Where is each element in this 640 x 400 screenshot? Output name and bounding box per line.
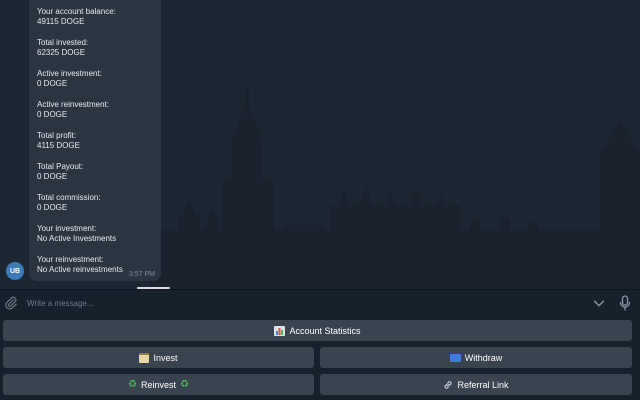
- stat-value: 0 DOGE: [37, 79, 68, 88]
- account-statistics-button[interactable]: Account Statistics: [3, 320, 632, 341]
- referral-link-label: Referral Link: [457, 379, 509, 390]
- bot-keyboard: Account Statistics Invest Withdraw ♻ Rei…: [0, 316, 640, 400]
- stat-value: 4115 DOGE: [37, 141, 80, 150]
- link-icon: [444, 380, 453, 389]
- stat-your-investment: Your investment: No Active Investments: [37, 224, 153, 244]
- sender-avatar[interactable]: UB: [6, 262, 24, 280]
- stat-label: Total Payout:: [37, 162, 84, 171]
- stat-label: Total invested:: [37, 38, 89, 47]
- stat-value: 49115 DOGE: [37, 17, 85, 26]
- invest-label: Invest: [153, 352, 178, 363]
- message-bubble: Your account balance: 49115 DOGE Total i…: [29, 0, 161, 281]
- reinvest-button[interactable]: ♻ Reinvest ♻: [3, 374, 314, 395]
- atm-icon: [449, 353, 461, 362]
- stat-total-invested: Total invested: 62325 DOGE: [37, 38, 153, 58]
- stat-active-reinvestment: Active reinvestment: 0 DOGE: [37, 100, 153, 120]
- stat-account-balance: Your account balance: 49115 DOGE: [37, 7, 153, 27]
- stat-total-payout: Total Payout: 0 DOGE: [37, 162, 153, 182]
- stat-label: Your reinvestment:: [37, 255, 104, 264]
- recycle-icon: ♻: [128, 379, 137, 390]
- message-time: 3:57 PM: [128, 271, 155, 278]
- stat-total-profit: Total profit: 4115 DOGE: [37, 131, 153, 151]
- bar-chart-icon: [274, 325, 286, 336]
- reinvest-label: Reinvest: [140, 379, 176, 390]
- stat-active-investment: Active investment: 0 DOGE: [37, 69, 153, 89]
- stat-label: Total profit:: [37, 131, 77, 140]
- stat-value: 0 DOGE: [37, 203, 68, 212]
- withdraw-button[interactable]: Withdraw: [320, 347, 632, 368]
- chevron-down-icon[interactable]: [592, 296, 606, 310]
- credit-card-icon: [139, 352, 150, 363]
- stat-value: 0 DOGE: [37, 172, 68, 181]
- stat-value: No Active Investments: [37, 234, 117, 243]
- stat-label: Active reinvestment:: [37, 100, 110, 109]
- stat-label: Active investment:: [37, 69, 102, 78]
- referral-link-button[interactable]: Referral Link: [320, 374, 632, 395]
- recycle-icon: ♻: [180, 379, 189, 390]
- message-composer: [0, 289, 640, 316]
- withdraw-label: Withdraw: [464, 352, 503, 363]
- stat-value: 0 DOGE: [37, 110, 68, 119]
- stat-total-commission: Total commission: 0 DOGE: [37, 193, 153, 213]
- chat-history[interactable]: Your account balance: 49115 DOGE Total i…: [0, 0, 640, 289]
- paperclip-icon[interactable]: [4, 296, 18, 310]
- microphone-icon[interactable]: [619, 295, 631, 311]
- invest-button[interactable]: Invest: [3, 347, 314, 368]
- stat-label: Your investment:: [37, 224, 97, 233]
- stat-label: Total commission:: [37, 193, 101, 202]
- message-input[interactable]: [27, 296, 567, 310]
- stat-label: Your account balance:: [37, 7, 116, 16]
- account-statistics-label: Account Statistics: [289, 325, 361, 336]
- stat-value: 62325 DOGE: [37, 48, 86, 57]
